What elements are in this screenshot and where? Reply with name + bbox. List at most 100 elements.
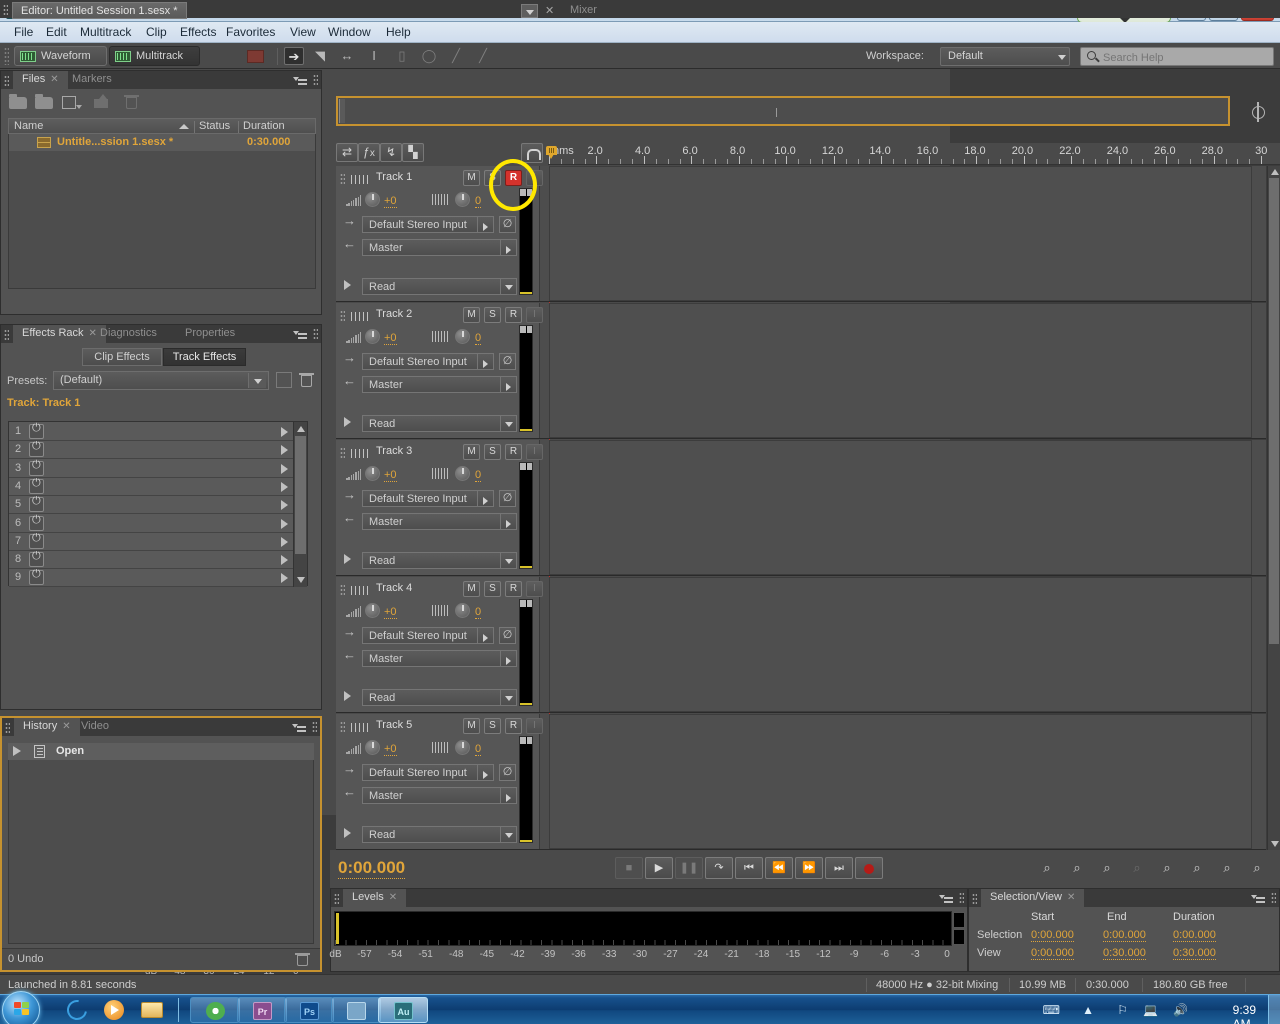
menu-effects[interactable]: Effects xyxy=(174,25,222,39)
tab-close-icon[interactable]: ✕ xyxy=(1067,892,1075,903)
track-2-record-arm-button[interactable]: R xyxy=(505,307,522,323)
track-5-pan-value[interactable]: 0 xyxy=(475,743,482,756)
delete-preset-icon[interactable] xyxy=(299,372,315,388)
tab-close-icon[interactable]: ✕ xyxy=(389,892,397,903)
menu-help[interactable]: Help xyxy=(380,25,417,39)
selection-start-value[interactable]: 0:00.000 xyxy=(1031,929,1074,942)
track-grip-icon[interactable] xyxy=(340,447,345,458)
import-file-icon[interactable] xyxy=(35,94,55,110)
effects-slot-row[interactable]: 1 xyxy=(9,422,294,441)
slot-menu-icon[interactable] xyxy=(281,463,288,474)
panel-options-grip-icon[interactable] xyxy=(1271,892,1276,904)
track-effects-button[interactable]: Track Effects xyxy=(163,348,246,366)
effects-slot-row[interactable]: 5 xyxy=(9,495,294,515)
start-button[interactable] xyxy=(2,991,40,1024)
save-preset-icon[interactable] xyxy=(276,372,292,388)
track-automation-expand-icon[interactable] xyxy=(344,417,351,427)
paintbrush-tool-icon[interactable]: ╱ xyxy=(446,47,466,65)
track-3-pan-knob[interactable] xyxy=(455,466,470,481)
effects-slot-row[interactable]: 9 xyxy=(9,568,294,588)
search-help-input[interactable] xyxy=(1103,50,1271,65)
track-2[interactable]: Track 2 M S R I +0 0 → Default Stereo Input ∅ ← Mas… xyxy=(336,303,1266,439)
zoom-in-time-button[interactable]: ⌕ xyxy=(1096,860,1118,877)
track-1-pan-value[interactable]: 0 xyxy=(475,195,482,208)
panel-grip-icon[interactable] xyxy=(972,893,977,904)
rewind-button[interactable]: ⏪ xyxy=(765,857,793,879)
power-icon[interactable] xyxy=(29,440,44,458)
track-5-mute-button[interactable]: M xyxy=(463,718,480,734)
track-1-phase-invert-button[interactable]: ∅ xyxy=(499,216,516,233)
track-1-automation-select[interactable]: Read xyxy=(362,278,517,295)
track-1-solo-button[interactable]: S xyxy=(484,170,501,186)
track-5-clip-area[interactable] xyxy=(549,714,1252,849)
tab-selection-view[interactable]: Selection/View ✕ xyxy=(981,889,1085,907)
track-name-label[interactable]: Track 5 xyxy=(376,719,412,731)
tab-video[interactable]: Video xyxy=(72,718,118,736)
track-5-pan-knob[interactable] xyxy=(455,740,470,755)
track-4-automation-select[interactable]: Read xyxy=(362,689,517,706)
spot-healing-tool-icon[interactable]: ╱ xyxy=(473,47,493,65)
track-4-pan-knob[interactable] xyxy=(455,603,470,618)
track-4-volume-value[interactable]: +0 xyxy=(384,606,397,619)
selection-end-value[interactable]: 0:00.000 xyxy=(1103,929,1146,942)
panel-options-grip-icon[interactable] xyxy=(312,721,317,733)
record-button[interactable] xyxy=(855,857,883,879)
status-sample-rate[interactable]: 48000 Hz ● 32-bit Mixing xyxy=(876,979,998,991)
track-2-solo-button[interactable]: S xyxy=(484,307,501,323)
windows-explorer-icon[interactable] xyxy=(138,997,168,1023)
menu-clip[interactable]: Clip xyxy=(140,25,173,39)
waveform-mode-button[interactable]: Waveform xyxy=(14,46,107,66)
taskbar-premiere-button[interactable]: Pr xyxy=(237,997,287,1023)
track-3-automation-select[interactable]: Read xyxy=(362,552,517,569)
open-file-icon[interactable] xyxy=(9,94,29,110)
track-5-volume-knob[interactable] xyxy=(365,740,380,755)
power-icon[interactable] xyxy=(29,422,44,439)
scroll-down-icon[interactable] xyxy=(1270,841,1279,847)
track-3-volume-value[interactable]: +0 xyxy=(384,469,397,482)
track-4-output-select[interactable]: Master xyxy=(362,650,517,667)
sends-view-button[interactable]: ↯ xyxy=(380,143,402,162)
presets-select[interactable]: (Default) xyxy=(53,371,269,390)
menu-view[interactable]: View xyxy=(284,25,322,39)
power-icon[interactable] xyxy=(29,568,44,586)
panel-menu-icon[interactable] xyxy=(293,75,307,85)
track-1-input-select[interactable]: Default Stereo Input xyxy=(362,216,494,233)
zoom-navigator-left-handle[interactable] xyxy=(339,99,345,123)
editor-tab-dropdown-icon[interactable] xyxy=(521,4,538,18)
status-memory[interactable]: 10.99 MB xyxy=(1019,979,1066,991)
track-2-pan-value[interactable]: 0 xyxy=(475,332,482,345)
track-3[interactable]: Track 3 M S R I +0 0 → Default Stereo Input ∅ ← Mas… xyxy=(336,440,1266,576)
zoom-navigator[interactable] xyxy=(336,96,1230,126)
slot-menu-icon[interactable] xyxy=(281,573,288,584)
track-4-monitor-button[interactable]: I xyxy=(526,581,543,597)
selection-duration-value[interactable]: 0:00.000 xyxy=(1173,929,1216,942)
tab-mixer[interactable]: Mixer xyxy=(562,2,605,19)
panel-options-grip-icon[interactable] xyxy=(313,328,318,340)
track-grip-icon[interactable] xyxy=(340,173,345,184)
scroll-thumb[interactable] xyxy=(1269,178,1279,644)
panel-menu-icon[interactable] xyxy=(293,329,307,339)
taskbar-paint-button[interactable] xyxy=(331,997,381,1023)
column-status[interactable]: Status xyxy=(199,120,230,132)
track-automation-expand-icon[interactable] xyxy=(344,828,351,838)
pause-button[interactable]: ❚❚ xyxy=(675,857,703,879)
status-disk-free[interactable]: 180.80 GB free xyxy=(1153,979,1228,991)
track-5-output-select[interactable]: Master xyxy=(362,787,517,804)
eq-view-button[interactable]: ▚ xyxy=(402,143,424,162)
zoom-to-selection-in-button[interactable]: ⌕ xyxy=(1186,860,1208,877)
levels-clip-bottom[interactable] xyxy=(953,929,965,945)
track-2-automation-select[interactable]: Read xyxy=(362,415,517,432)
panel-menu-icon[interactable] xyxy=(939,893,953,903)
column-name[interactable]: Name xyxy=(14,120,43,132)
power-icon[interactable] xyxy=(29,514,44,531)
track-2-pan-knob[interactable] xyxy=(455,329,470,344)
marquee-tool-icon[interactable]: ▯ xyxy=(392,47,412,65)
track-automation-expand-icon[interactable] xyxy=(344,554,351,564)
track-name-label[interactable]: Track 1 xyxy=(376,171,412,183)
effects-slot-row[interactable]: 6 xyxy=(9,513,294,533)
power-icon[interactable] xyxy=(29,477,44,494)
scroll-up-icon[interactable] xyxy=(1270,169,1279,175)
effects-view-button[interactable]: ƒx xyxy=(358,143,380,162)
skip-to-start-button[interactable]: ⏮ xyxy=(735,857,763,879)
track-3-input-select[interactable]: Default Stereo Input xyxy=(362,490,494,507)
